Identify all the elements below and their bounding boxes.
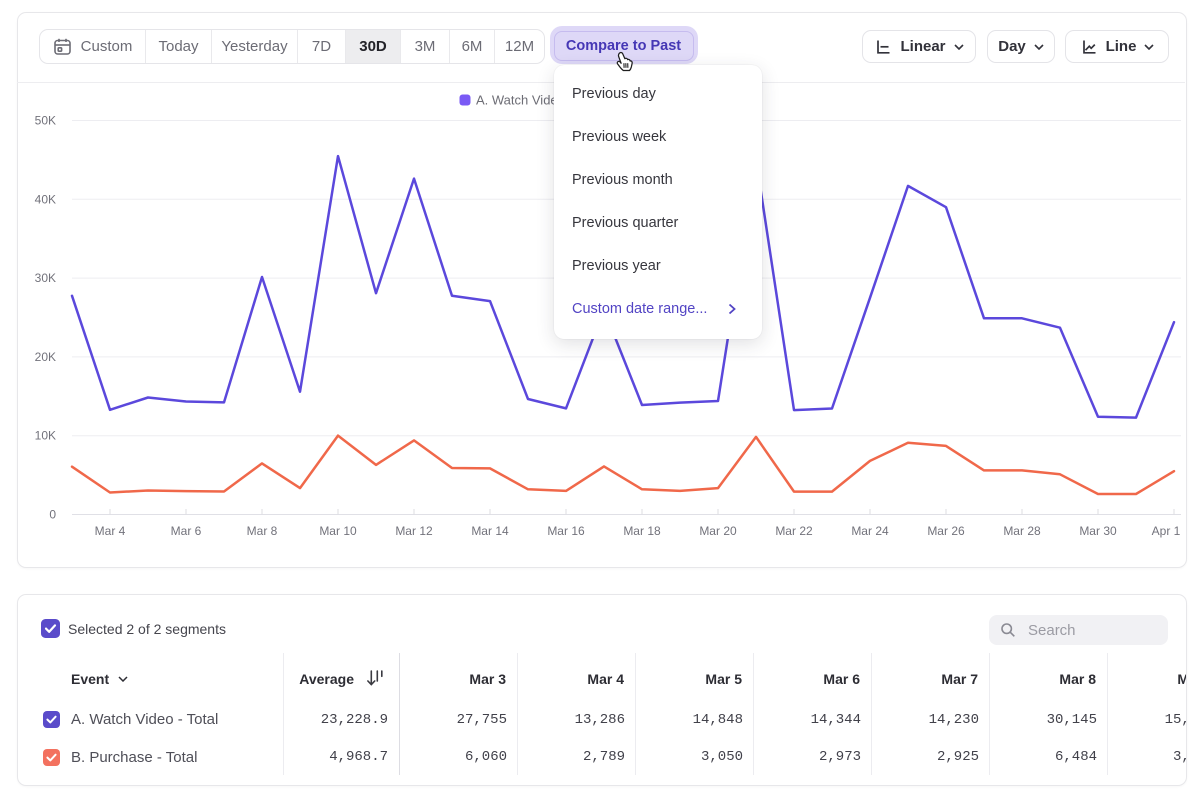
- svg-text:Mar 6: Mar 6: [171, 524, 202, 538]
- svg-text:20K: 20K: [35, 350, 56, 364]
- svg-text:Mar 26: Mar 26: [927, 524, 965, 538]
- svg-text:0: 0: [49, 508, 56, 522]
- svg-text:Mar 16: Mar 16: [547, 524, 585, 538]
- svg-text:Mar 24: Mar 24: [851, 524, 889, 538]
- svg-text:Mar 30: Mar 30: [1079, 524, 1117, 538]
- svg-text:Mar 20: Mar 20: [699, 524, 737, 538]
- svg-text:Mar 12: Mar 12: [395, 524, 433, 538]
- svg-text:Mar 28: Mar 28: [1003, 524, 1041, 538]
- svg-text:50K: 50K: [35, 114, 56, 128]
- svg-text:Mar 8: Mar 8: [247, 524, 278, 538]
- svg-text:10K: 10K: [35, 429, 56, 443]
- svg-text:30K: 30K: [35, 271, 56, 285]
- svg-text:Mar 10: Mar 10: [319, 524, 357, 538]
- svg-text:Mar 22: Mar 22: [775, 524, 813, 538]
- svg-text:Mar 14: Mar 14: [471, 524, 509, 538]
- svg-text:Apr 1: Apr 1: [1152, 524, 1181, 538]
- svg-text:40K: 40K: [35, 192, 56, 206]
- svg-text:Mar 18: Mar 18: [623, 524, 661, 538]
- svg-text:Mar 4: Mar 4: [95, 524, 126, 538]
